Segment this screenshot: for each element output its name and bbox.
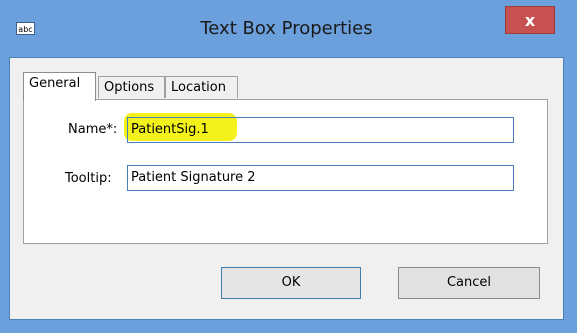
- ok-button[interactable]: OK: [221, 267, 361, 299]
- dialog-title: Text Box Properties: [200, 18, 373, 39]
- tab-options[interactable]: Options: [98, 76, 165, 98]
- name-input[interactable]: PatientSig.1: [127, 117, 514, 143]
- title-bar[interactable]: abc Text Box Properties x: [0, 0, 573, 57]
- tooltip-input[interactable]: Patient Signature 2: [127, 165, 514, 191]
- name-label: Name*:: [68, 122, 118, 137]
- tab-general[interactable]: General: [23, 72, 96, 101]
- tab-location[interactable]: Location: [165, 76, 238, 98]
- cancel-button[interactable]: Cancel: [398, 267, 540, 299]
- close-button[interactable]: x: [505, 6, 555, 34]
- tooltip-label: Tooltip:: [65, 171, 112, 186]
